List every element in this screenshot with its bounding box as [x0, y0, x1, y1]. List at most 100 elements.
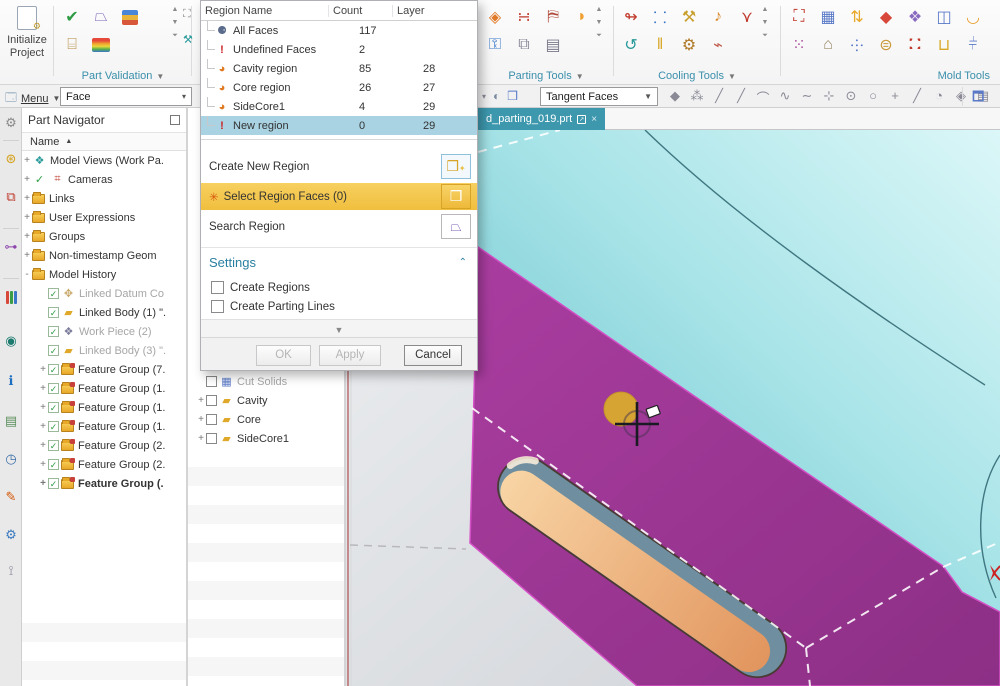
tree-item[interactable]: +❖Model Views (Work Pa. [22, 151, 186, 170]
pipe-route-icon[interactable]: ⌁ [706, 33, 730, 57]
mount-icon[interactable]: ⌂ [816, 33, 840, 57]
lock-icon[interactable]: ⚿ [483, 33, 507, 57]
rainbow-wedge-icon[interactable] [89, 33, 113, 57]
tree-item[interactable]: +User Expressions [22, 208, 186, 227]
cube-toggle-icon[interactable]: ❒ [507, 89, 518, 105]
tree-item[interactable]: +✓Feature Group (7. [22, 360, 186, 379]
snap-scatter-icon[interactable]: ⁂ [690, 88, 704, 107]
cyl-blue-icon[interactable]: ⫩ [961, 33, 985, 57]
expander-icon[interactable]: + [38, 440, 48, 451]
cooling-tools-group-label[interactable]: Cooling Tools▼ [616, 70, 778, 82]
drill-icon[interactable]: ⚒ [677, 5, 701, 29]
swoosh-surface-icon[interactable]: ◗ [570, 5, 594, 29]
tree-item[interactable]: +✓Feature Group (1. [22, 417, 186, 436]
snap-diamond-icon[interactable]: ◈ [954, 88, 968, 107]
create-region-icon-button[interactable]: ❒✦ [441, 154, 471, 179]
mold-tree-item[interactable]: +▰Core [188, 410, 344, 429]
copy-icon[interactable]: ⧉ [512, 33, 536, 57]
spheres-icon[interactable]: ⸭ [845, 33, 869, 57]
scroll-up-icon[interactable]: ▲ [172, 6, 179, 13]
region-row-undefined-faces[interactable]: !Undefined Faces2 [201, 40, 477, 59]
tree-item[interactable]: ✓❖Work Piece (2) [22, 322, 186, 341]
checked-checkbox-icon[interactable]: ✓ [48, 402, 59, 413]
expander-icon[interactable]: + [196, 395, 206, 406]
checked-checkbox-icon[interactable]: ✓ [48, 307, 59, 318]
tab-close-icon[interactable]: × [591, 114, 597, 125]
expander-icon[interactable]: + [22, 231, 32, 242]
expander-icon[interactable]: - [22, 269, 32, 280]
mold-tree-item[interactable]: ▦Cut Solids [188, 372, 344, 391]
tools-icon[interactable]: ⚙ [0, 524, 22, 546]
scope-combo[interactable]: Tangent Faces▼ [540, 87, 658, 106]
tab-active-part[interactable]: d_parting_019.prt ↗ × [478, 108, 605, 130]
create-new-region-row[interactable]: Create New Region ❒✦ [201, 153, 477, 180]
sphere-toggle-icon[interactable]: ◐ [493, 89, 500, 105]
node-pattern-icon[interactable]: ⸬ [648, 5, 672, 29]
unchecked-checkbox-icon[interactable] [206, 433, 217, 444]
filter-dropdown-icon[interactable]: ▾ [482, 89, 486, 105]
view-camera-icon[interactable]: ⧉ [0, 186, 22, 208]
info-icon[interactable]: ℹ [0, 370, 22, 392]
unchecked-checkbox-icon[interactable] [206, 395, 217, 406]
selection-type-combo[interactable]: Face▾ [60, 87, 192, 106]
box-blue-icon[interactable]: ▦ [816, 5, 840, 29]
menu-button[interactable]: 🗔 Menu▼ [5, 89, 60, 108]
expander-icon[interactable]: + [38, 402, 48, 413]
create-parting-lines-checkbox[interactable]: Create Parting Lines [211, 300, 335, 313]
mold-tools-group-label[interactable]: Mold Tools [784, 70, 1000, 82]
create-regions-checkbox[interactable]: Create Regions [211, 281, 310, 294]
snap-line-icon[interactable]: ╱ [712, 88, 726, 107]
check-part-icon[interactable]: ✔ [60, 5, 84, 29]
snap-wave-icon[interactable]: ∼ [800, 88, 814, 107]
expander-icon[interactable]: + [38, 364, 48, 375]
tree-item[interactable]: +✓Feature Group (2. [22, 436, 186, 455]
u-surface-icon[interactable]: ◡ [961, 5, 985, 29]
press-tool-icon[interactable]: ⌸ [60, 33, 84, 57]
tree-item[interactable]: +✓Feature Group (1. [22, 398, 186, 417]
constraint-node-icon[interactable]: ⊶ [0, 236, 22, 258]
region-row-new-region[interactable]: !New region029 [201, 116, 477, 135]
region-table-header[interactable]: Region Name Count Layer [201, 1, 477, 21]
selection-ball-highlight[interactable] [604, 392, 638, 426]
collapse-section-icon[interactable]: ⌃ [459, 257, 467, 268]
tree-item[interactable]: +✓Feature Group (1. [22, 379, 186, 398]
checkbox-icon[interactable] [211, 300, 224, 313]
expressions-icon[interactable]: ⊛ [0, 148, 22, 170]
snap-slash-icon[interactable]: ╱ [910, 88, 924, 107]
checked-checkbox-icon[interactable]: ✓ [48, 364, 59, 375]
history-clock-icon[interactable]: ◷ [0, 448, 22, 470]
arrow-red-icon[interactable]: ↬ [619, 5, 643, 29]
visibility-eye-icon[interactable]: ◉ [0, 330, 22, 352]
expander-icon[interactable]: + [196, 414, 206, 425]
split-part-icon[interactable]: ⇅ [845, 5, 869, 29]
expander-icon[interactable]: + [22, 155, 32, 166]
tree-item[interactable]: +✓Feature Group (2. [22, 455, 186, 474]
apply-button[interactable]: Apply [319, 345, 381, 366]
cube-frame-icon[interactable]: ⛶ [787, 5, 811, 29]
expander-icon[interactable]: + [196, 433, 206, 444]
checked-checkbox-icon[interactable]: ✓ [48, 288, 59, 299]
snap-circle-center-icon[interactable]: ⊙ [844, 88, 858, 107]
panel-undock-icon[interactable] [170, 115, 180, 125]
checked-checkbox-icon[interactable]: ✓ [48, 383, 59, 394]
mold-tree-item[interactable]: +▰SideCore1 [188, 429, 344, 448]
tree-item[interactable]: +Links [22, 189, 186, 208]
list-icon[interactable]: ▤ [541, 33, 565, 57]
patch-icon[interactable]: ❖ [903, 5, 927, 29]
snap-axis-icon[interactable]: ⊹ [822, 88, 836, 107]
c-clamp-icon[interactable]: ↺ [619, 33, 643, 57]
region-row-core-region[interactable]: ◕Core region2627 [201, 78, 477, 97]
search-region-row[interactable]: Search Region ⏢ [201, 213, 477, 240]
snap-line2-icon[interactable]: ╱ [734, 88, 748, 107]
pattern-icon[interactable]: ⁙ [787, 33, 811, 57]
select-faces-icon-button[interactable]: ❒ [441, 184, 471, 209]
library-books-icon[interactable] [0, 286, 22, 308]
region-row-all-faces[interactable]: ⚈All Faces117 [201, 21, 477, 40]
cancel-button[interactable]: Cancel [404, 345, 462, 366]
gear-icon[interactable]: ⚙ [677, 33, 701, 57]
tree-item[interactable]: +✓Feature Group (. [22, 474, 186, 493]
checked-checkbox-icon[interactable]: ✓ [48, 421, 59, 432]
clamp-icon[interactable]: ∺ [512, 5, 536, 29]
palette-icon[interactable]: ⊜ [874, 33, 898, 57]
expander-icon[interactable]: + [22, 174, 32, 185]
